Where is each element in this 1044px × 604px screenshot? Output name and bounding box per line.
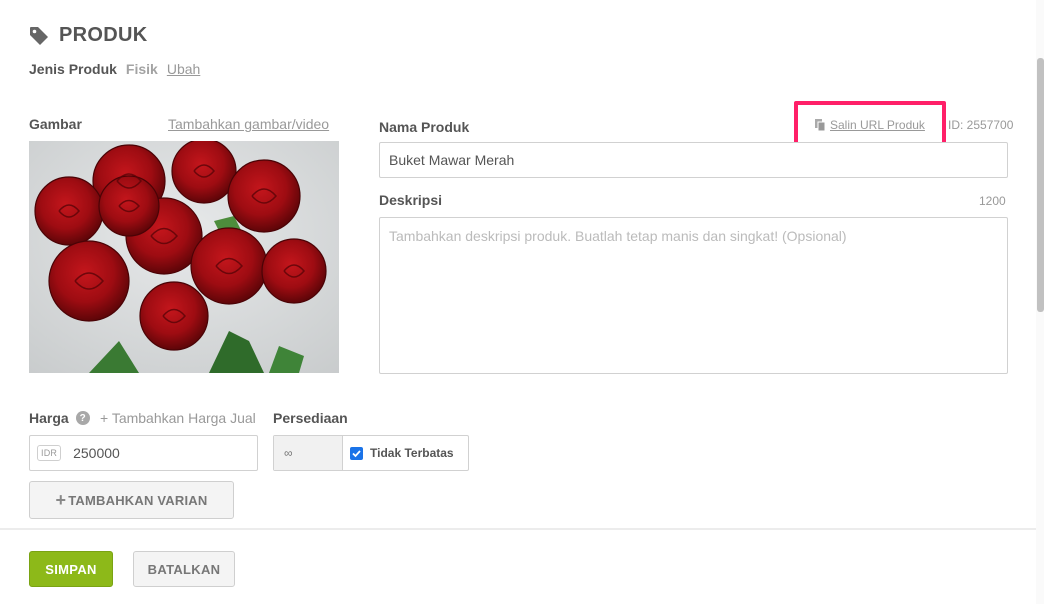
add-sale-price-link[interactable]: + Tambahkan Harga Jual [100, 410, 256, 426]
product-name-label: Nama Produk [379, 119, 470, 135]
price-label-text: Harga [29, 410, 69, 426]
cancel-button[interactable]: BATALKAN [133, 551, 235, 587]
page-title-text: PRODUK [59, 24, 148, 46]
price-label: Harga ? [29, 410, 90, 426]
description-label: Deskripsi [379, 192, 443, 208]
footer-divider [0, 528, 1044, 530]
description-textarea[interactable]: Tambahkan deskripsi produk. Buatlah teta… [379, 217, 1008, 374]
unlimited-checkbox[interactable] [350, 446, 363, 460]
product-type-label: Jenis Produk [29, 61, 117, 77]
help-icon[interactable]: ? [75, 411, 90, 425]
plus-icon: + [55, 490, 67, 510]
page-title: PRODUK [29, 24, 147, 47]
product-name-input[interactable]: Buket Mawar Merah [379, 142, 1008, 178]
add-variant-button[interactable]: + TAMBAHKAN VARIAN [29, 481, 234, 519]
save-button[interactable]: SIMPAN [29, 551, 113, 587]
product-image[interactable] [29, 141, 339, 373]
copy-url-text: Salin URL Produk [830, 118, 925, 132]
stock-label: Persediaan [273, 410, 348, 426]
unlimited-stock-toggle[interactable]: Tidak Terbatas [343, 436, 468, 470]
image-label: Gambar [29, 116, 82, 132]
product-id: ID: 2557700 [948, 118, 1014, 132]
unlimited-label: Tidak Terbatas [370, 446, 454, 460]
stock-quantity-input[interactable]: ∞ [274, 436, 343, 470]
price-value: 250000 [73, 445, 120, 461]
copy-url-link[interactable]: Salin URL Produk [815, 118, 925, 132]
copy-icon [815, 119, 826, 132]
description-char-count: 1200 [979, 194, 1006, 208]
price-input[interactable]: IDR 250000 [29, 435, 258, 471]
add-media-link[interactable]: Tambahkan gambar/video [168, 116, 329, 132]
currency-badge: IDR [37, 445, 62, 461]
change-type-link[interactable]: Ubah [167, 61, 200, 77]
add-variant-label: TAMBAHKAN VARIAN [68, 492, 208, 508]
tag-icon [29, 26, 49, 46]
stock-group: ∞ Tidak Terbatas [273, 435, 469, 471]
scrollbar-thumb[interactable] [1037, 58, 1044, 312]
product-type-row: Jenis Produk Fisik Ubah [29, 61, 200, 77]
product-type-value: Fisik [125, 61, 158, 77]
